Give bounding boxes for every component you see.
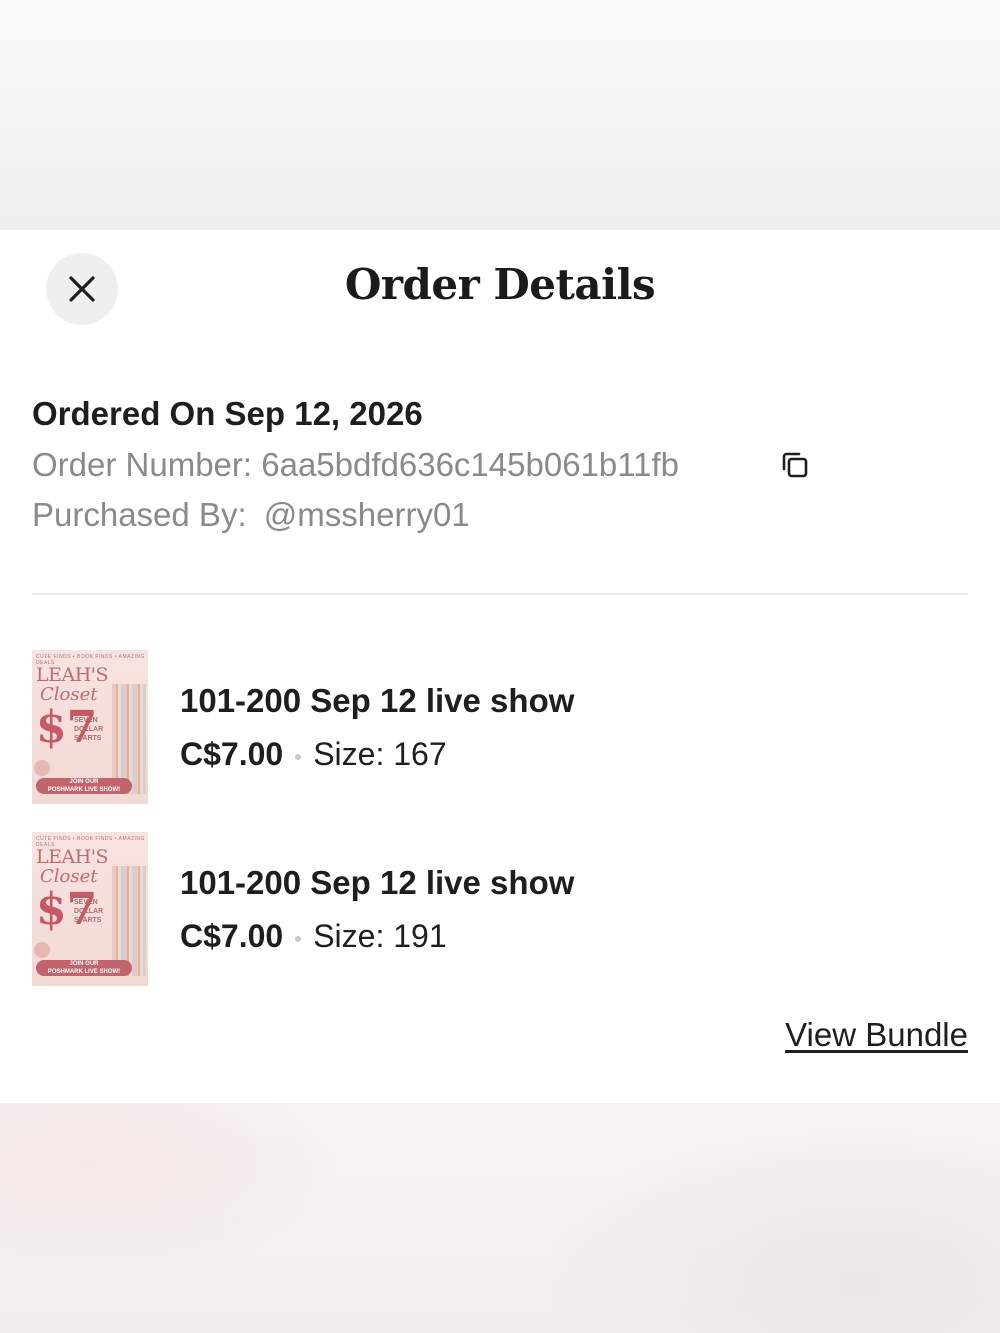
thumb-banner-line: JOIN OUR xyxy=(69,961,99,967)
backdrop-top xyxy=(0,0,1000,230)
thumb-brand: LEAH'S xyxy=(36,664,109,686)
item-size-label: Size: xyxy=(313,918,385,954)
item-size: 167 xyxy=(393,736,447,772)
ordered-on-date: Ordered On Sep 12, 2026 xyxy=(32,395,423,432)
purchased-by-label: Purchased By: xyxy=(32,496,247,533)
separator-dot xyxy=(295,935,302,942)
thumb-line: DOLLAR xyxy=(74,908,104,915)
thumb-flower xyxy=(34,942,50,958)
backdrop-bottom xyxy=(0,1103,1000,1333)
order-number-value: 6aa5bdfd636c145b061b11fb xyxy=(261,446,680,483)
thumb-starts: SEVEN DOLLAR STARTS xyxy=(74,716,103,743)
purchased-by-row: Purchased By: @mssherry01 xyxy=(32,496,470,534)
order-number-label: Order Number: xyxy=(32,446,253,483)
thumb-line: SEVEN xyxy=(74,899,98,906)
thumb-banner-line: POSHMARK LIVE SHOW! xyxy=(47,787,121,793)
thumb-line: STARTS xyxy=(74,735,102,742)
copy-icon[interactable] xyxy=(780,450,810,480)
thumb-line: SEVEN xyxy=(74,717,98,724)
divider xyxy=(32,593,968,595)
thumb-line: DOLLAR xyxy=(74,726,104,733)
item-meta: C$7.00 Size: 167 xyxy=(180,736,447,773)
order-item[interactable]: CUTE FINDS • BOOK FINDS • AMAZING DEALS … xyxy=(32,832,968,986)
order-item[interactable]: CUTE FINDS • BOOK FINDS • AMAZING DEALS … xyxy=(32,650,968,804)
item-price: C$7.00 xyxy=(180,736,284,772)
purchased-by-value[interactable]: @mssherry01 xyxy=(264,496,470,533)
item-title[interactable]: 101-200 Sep 12 live show xyxy=(180,682,574,720)
thumb-line: STARTS xyxy=(74,917,102,924)
thumb-flower xyxy=(34,760,50,776)
thumb-starts: SEVEN DOLLAR STARTS xyxy=(74,898,103,925)
separator-dot xyxy=(295,753,302,760)
item-thumbnail: CUTE FINDS • BOOK FINDS • AMAZING DEALS … xyxy=(32,650,148,804)
item-size: 191 xyxy=(393,918,447,954)
item-title[interactable]: 101-200 Sep 12 live show xyxy=(180,864,574,902)
thumb-brand: LEAH'S xyxy=(36,846,109,868)
item-size-label: Size: xyxy=(313,736,385,772)
page-title: Order Details xyxy=(344,260,656,309)
item-price: C$7.00 xyxy=(180,918,284,954)
thumb-banner: JOIN OUR POSHMARK LIVE SHOW! xyxy=(36,778,132,794)
item-thumbnail: CUTE FINDS • BOOK FINDS • AMAZING DEALS … xyxy=(32,832,148,986)
order-details-sheet: Order Details Ordered On Sep 12, 2026 Or… xyxy=(0,230,1000,1103)
thumb-banner-line: POSHMARK LIVE SHOW! xyxy=(47,969,121,975)
thumb-banner: JOIN OUR POSHMARK LIVE SHOW! xyxy=(36,960,132,976)
view-bundle-link[interactable]: View Bundle xyxy=(785,1016,968,1054)
thumb-banner-line: JOIN OUR xyxy=(69,779,99,785)
order-number-row: Order Number: 6aa5bdfd636c145b061b11fb xyxy=(32,446,679,484)
item-meta: C$7.00 Size: 191 xyxy=(180,918,447,955)
